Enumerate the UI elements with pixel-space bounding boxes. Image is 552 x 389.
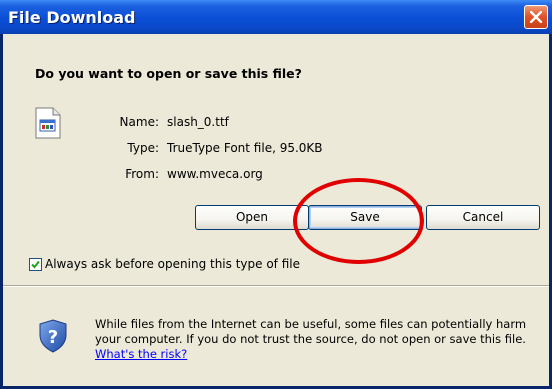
file-type-value: TrueType Font file, 95.0KB <box>167 141 323 155</box>
checkmark-icon <box>31 260 40 269</box>
open-button[interactable]: Open <box>195 205 309 230</box>
file-source-value: www.mveca.org <box>167 167 263 181</box>
warning-text: While files from the Internet can be use… <box>95 317 527 346</box>
svg-text:?: ? <box>48 327 58 348</box>
always-ask-label[interactable]: Always ask before opening this type of f… <box>45 257 300 271</box>
file-download-dialog: File Download Do you want to open or sav… <box>0 0 552 389</box>
security-shield-icon: ? <box>39 319 67 353</box>
from-label: From: <box>125 167 159 181</box>
whats-the-risk-link[interactable]: What's the risk? <box>95 347 187 361</box>
window-title: File Download <box>8 8 136 27</box>
security-warning: While files from the Internet can be use… <box>95 317 535 362</box>
cancel-button[interactable]: Cancel <box>426 205 540 230</box>
file-name-value: slash_0.ttf <box>167 115 229 129</box>
name-label: Name: <box>119 115 159 129</box>
font-file-icon <box>35 107 61 139</box>
title-bar[interactable]: File Download <box>0 0 552 34</box>
save-button[interactable]: Save <box>308 205 422 230</box>
separator <box>3 285 549 287</box>
type-label: Type: <box>127 141 159 155</box>
close-button[interactable] <box>524 5 548 29</box>
dialog-question: Do you want to open or save this file? <box>35 66 302 81</box>
dialog-body: Do you want to open or save this file? N… <box>3 34 549 386</box>
close-icon <box>530 11 542 23</box>
always-ask-checkbox[interactable] <box>29 258 42 271</box>
